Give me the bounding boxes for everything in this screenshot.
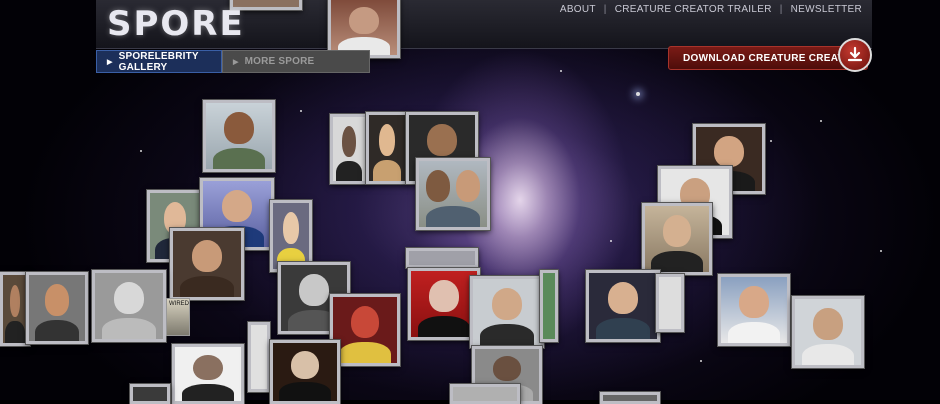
magazine-title: WIRED (169, 301, 189, 307)
celebrity-photo[interactable] (270, 340, 340, 404)
nav-about[interactable]: ABOUT (560, 4, 596, 15)
star (700, 360, 702, 362)
celebrity-photo[interactable] (586, 270, 660, 342)
top-nav: ABOUT | CREATURE CREATOR TRAILER | NEWSL… (560, 4, 862, 15)
celebrity-photo[interactable] (248, 322, 270, 392)
magazine-cover[interactable]: WIRED (166, 298, 190, 336)
celebrity-photo[interactable] (170, 228, 244, 300)
download-button-label: DOWNLOAD CREATURE CREATOR (683, 52, 860, 64)
spore-logo[interactable]: SPORE (107, 4, 245, 44)
star (880, 250, 882, 252)
celebrity-photo[interactable] (26, 272, 88, 344)
celebrity-photo[interactable] (600, 392, 660, 404)
celebrity-photo[interactable] (130, 384, 170, 404)
tab-more-spore[interactable]: ▶ MORE SPORE (222, 50, 370, 73)
celebrity-photo[interactable] (470, 276, 544, 348)
triangle-right-icon: ▶ (107, 58, 113, 66)
nav-creature-creator-trailer[interactable]: CREATURE CREATOR TRAILER (615, 4, 772, 15)
star (140, 150, 142, 152)
tab-sporelebrity-gallery[interactable]: ▶ SPORELEBRITY GALLERY (96, 50, 222, 73)
star (770, 140, 772, 142)
star (300, 110, 302, 112)
star (560, 70, 562, 72)
celebrity-photo[interactable] (330, 294, 400, 366)
nav-separator: | (779, 4, 783, 15)
star (610, 240, 612, 242)
celebrity-photo[interactable] (642, 203, 712, 275)
tab-label: MORE SPORE (244, 56, 315, 67)
celebrity-photo[interactable] (450, 384, 520, 404)
celebrity-photo[interactable] (718, 274, 790, 346)
tab-label: SPORELEBRITY GALLERY (118, 50, 199, 73)
celebrity-photo[interactable] (203, 100, 275, 172)
triangle-right-icon: ▶ (233, 58, 239, 66)
celebrity-photo[interactable] (656, 274, 684, 332)
celebrity-photo[interactable] (792, 296, 864, 368)
celebrity-photo[interactable] (366, 112, 408, 184)
celebrity-photo[interactable] (540, 270, 558, 342)
celebrity-photo[interactable] (406, 248, 478, 268)
download-arrow-icon[interactable] (838, 38, 872, 72)
star (820, 120, 822, 122)
celebrity-photo[interactable] (416, 158, 490, 230)
celebrity-photo[interactable] (92, 270, 166, 342)
celebrity-photo[interactable] (330, 114, 368, 184)
celebrity-photo[interactable] (172, 344, 244, 404)
star (636, 92, 640, 96)
tab-bar: ▶ SPORELEBRITY GALLERY ▶ MORE SPORE (96, 50, 370, 73)
nav-newsletter[interactable]: NEWSLETTER (791, 4, 862, 15)
nav-separator: | (603, 4, 607, 15)
